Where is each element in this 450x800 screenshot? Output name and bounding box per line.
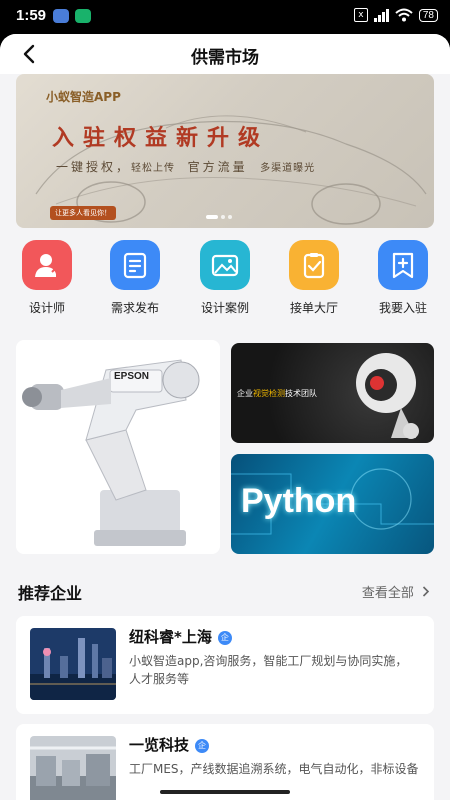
carousel-dot bbox=[221, 215, 225, 219]
publish-icon bbox=[110, 240, 160, 290]
section-title: 推荐企业 bbox=[18, 584, 83, 603]
vision-team-promo[interactable]: 企业视觉检测技术团队 bbox=[231, 343, 434, 443]
designer-icon bbox=[22, 240, 72, 290]
company-description: 小蚁智造app,咨询服务，智能工厂规划与协同实施，人才服务等 bbox=[129, 654, 408, 686]
home-indicator[interactable] bbox=[160, 790, 290, 794]
company-card[interactable]: 纽科睿*上海企 小蚁智造app,咨询服务，智能工厂规划与协同实施，人才服务等 bbox=[16, 616, 434, 714]
signal-icon bbox=[373, 8, 389, 22]
carousel-dot bbox=[206, 215, 218, 219]
company-name: 一览科技企 bbox=[129, 734, 210, 755]
menu-item-join[interactable]: 我要入驻 bbox=[368, 240, 438, 316]
banner-subline: 一键授权，轻松上传 官方流量 多渠道曝光 bbox=[56, 160, 316, 174]
top-nav: 供需市场 bbox=[0, 34, 450, 74]
function-menu: 设计师 需求发布 设计案例 接单大厅 我要入驻 bbox=[0, 240, 450, 316]
case-icon bbox=[200, 240, 250, 290]
banner-app-name: 小蚁智造APP bbox=[46, 90, 121, 104]
company-name: 纽科睿*上海企 bbox=[129, 626, 232, 647]
order-hall-icon bbox=[289, 240, 339, 290]
company-description: 工厂MES，产线数据追溯系统，电气自动化，非标设备 bbox=[129, 762, 419, 776]
carousel-dot bbox=[228, 215, 232, 219]
menu-item-cases[interactable]: 设计案例 bbox=[190, 240, 260, 316]
menu-item-order-hall[interactable]: 接单大厅 bbox=[279, 240, 349, 316]
robot-arm-promo[interactable]: EPSON bbox=[16, 340, 220, 554]
verified-icon: 企 bbox=[195, 739, 210, 753]
chat-app-icon bbox=[53, 9, 69, 23]
company-card[interactable]: 一览科技企 工厂MES，产线数据追溯系统，电气自动化，非标设备 bbox=[16, 724, 434, 800]
banner-headline: 入驻权益新升级 bbox=[52, 125, 270, 151]
battery-indicator: 78 bbox=[418, 8, 438, 22]
carousel-indicator bbox=[206, 215, 232, 219]
sim-icon: x bbox=[353, 8, 368, 22]
menu-item-designer[interactable]: 设计师 bbox=[12, 240, 82, 316]
join-icon bbox=[378, 240, 428, 290]
robot-brand-label: EPSON bbox=[114, 371, 150, 382]
page-sheet: 供需市场 小蚁智造APP 入驻权益新升级 一键授权，轻松上传 官方流量 多渠道曝… bbox=[0, 34, 450, 800]
see-all-link[interactable]: 查看全部 bbox=[362, 582, 430, 601]
status-indicators: x 78 bbox=[353, 8, 438, 22]
banner-cta-button[interactable]: 让更多人看见你！ bbox=[50, 206, 116, 220]
status-bar: 1:59 x 78 bbox=[0, 0, 450, 34]
promo-banner[interactable]: 小蚁智造APP 入驻权益新升级 一键授权，轻松上传 官方流量 多渠道曝光 让更多… bbox=[16, 74, 434, 228]
python-label: Python bbox=[241, 482, 357, 520]
status-time: 1:59 bbox=[16, 7, 47, 24]
python-promo[interactable]: Python bbox=[231, 454, 434, 554]
android-app-icon bbox=[75, 9, 91, 23]
chevron-right-icon bbox=[422, 586, 430, 597]
page-title: 供需市场 bbox=[191, 48, 259, 68]
menu-item-publish[interactable]: 需求发布 bbox=[100, 240, 170, 316]
company-thumbnail bbox=[30, 736, 116, 800]
vision-team-caption: 企业视觉检测技术团队 bbox=[237, 389, 317, 398]
wifi-icon bbox=[395, 8, 413, 22]
company-thumbnail bbox=[30, 628, 116, 700]
verified-icon: 企 bbox=[217, 631, 232, 645]
